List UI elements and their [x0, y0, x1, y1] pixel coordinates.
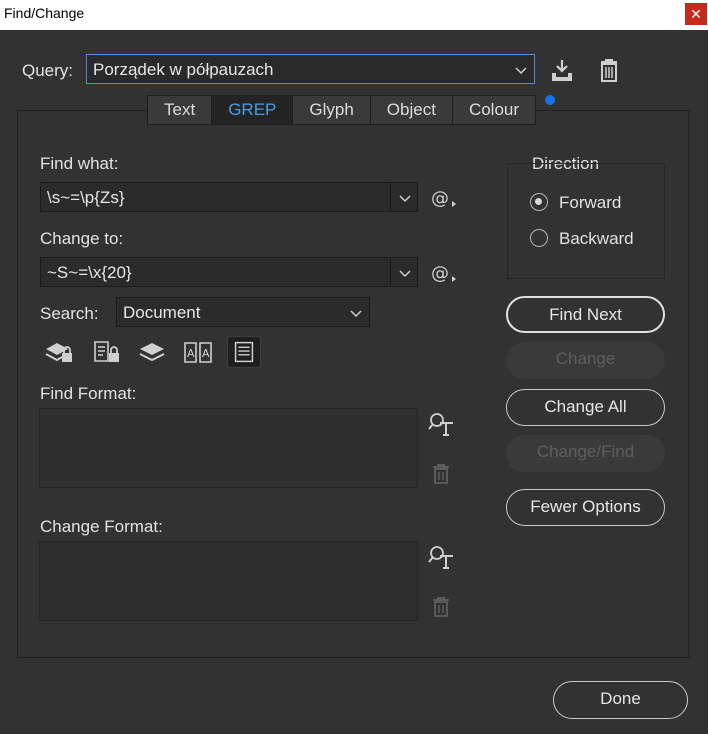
locked-layers-icon[interactable] [42, 336, 76, 368]
search-dropdown[interactable]: Document [116, 297, 370, 327]
change-format-label: Change Format: [40, 517, 163, 536]
change-to-label: Change to: [40, 229, 124, 248]
change-find-button[interactable]: Change/Find [506, 435, 665, 472]
find-what-value: \s~=\p{Zs} [47, 188, 125, 207]
find-what-field[interactable]: \s~=\p{Zs} [40, 182, 418, 212]
backward-label: Backward [559, 229, 634, 248]
chevron-down-icon [350, 310, 362, 318]
query-value: Porządek w półpauzach [93, 60, 274, 79]
delete-query-icon[interactable] [596, 57, 622, 83]
change-to-field[interactable]: ~S~=\x{20} [40, 257, 418, 287]
svg-text:@: @ [431, 188, 449, 209]
combo-separator [390, 258, 391, 286]
radio-backward[interactable] [530, 229, 548, 247]
direction-group [507, 163, 665, 279]
save-query-icon[interactable] [549, 57, 575, 83]
find-next-button[interactable]: Find Next [506, 296, 665, 333]
query-label: Query: [22, 61, 74, 80]
chevron-down-icon[interactable] [397, 190, 413, 206]
tab-bar: Text GREP Glyph Object Colour [147, 95, 537, 125]
hidden-layers-icon[interactable] [135, 336, 169, 368]
radio-forward[interactable] [530, 193, 548, 211]
change-to-value: ~S~=\x{20} [47, 263, 132, 282]
chevron-down-icon[interactable] [397, 265, 413, 281]
tab-colour[interactable]: Colour [453, 96, 535, 124]
locked-stories-icon[interactable] [90, 336, 124, 368]
special-chars-icon[interactable]: @ [430, 185, 456, 211]
svg-text:A: A [202, 347, 210, 360]
find-what-label: Find what: [40, 154, 119, 173]
done-button[interactable]: Done [553, 681, 688, 719]
combo-separator [390, 183, 391, 211]
change-button[interactable]: Change [506, 342, 665, 379]
change-all-button[interactable]: Change All [506, 389, 665, 426]
chevron-down-icon [515, 67, 527, 75]
window-title: Find/Change [4, 5, 85, 21]
clear-format-icon[interactable] [428, 461, 454, 487]
title-bar: Find/Change ✕ [0, 0, 708, 30]
svg-text:@: @ [431, 263, 449, 284]
find-format-box[interactable] [39, 408, 418, 488]
svg-text:A: A [187, 347, 195, 360]
change-format-box[interactable] [39, 541, 418, 621]
tab-object[interactable]: Object [371, 96, 453, 124]
tab-glyph[interactable]: Glyph [293, 96, 371, 124]
specify-format-icon[interactable] [428, 544, 454, 570]
find-format-label: Find Format: [40, 384, 137, 403]
fewer-options-button[interactable]: Fewer Options [506, 489, 665, 526]
special-chars-icon[interactable]: @ [430, 260, 456, 286]
specify-format-icon[interactable] [428, 411, 454, 437]
search-label: Search: [40, 304, 99, 323]
footnotes-icon[interactable] [227, 336, 261, 368]
tab-grep[interactable]: GREP [212, 96, 294, 124]
clear-format-icon[interactable] [428, 594, 454, 620]
forward-label: Forward [559, 193, 622, 212]
notification-dot [545, 95, 555, 105]
tab-text[interactable]: Text [148, 96, 213, 124]
master-pages-icon[interactable]: A A [181, 336, 215, 368]
close-button[interactable]: ✕ [685, 3, 707, 25]
search-value: Document [123, 303, 201, 322]
query-dropdown[interactable]: Porządek w półpauzach [86, 54, 535, 84]
